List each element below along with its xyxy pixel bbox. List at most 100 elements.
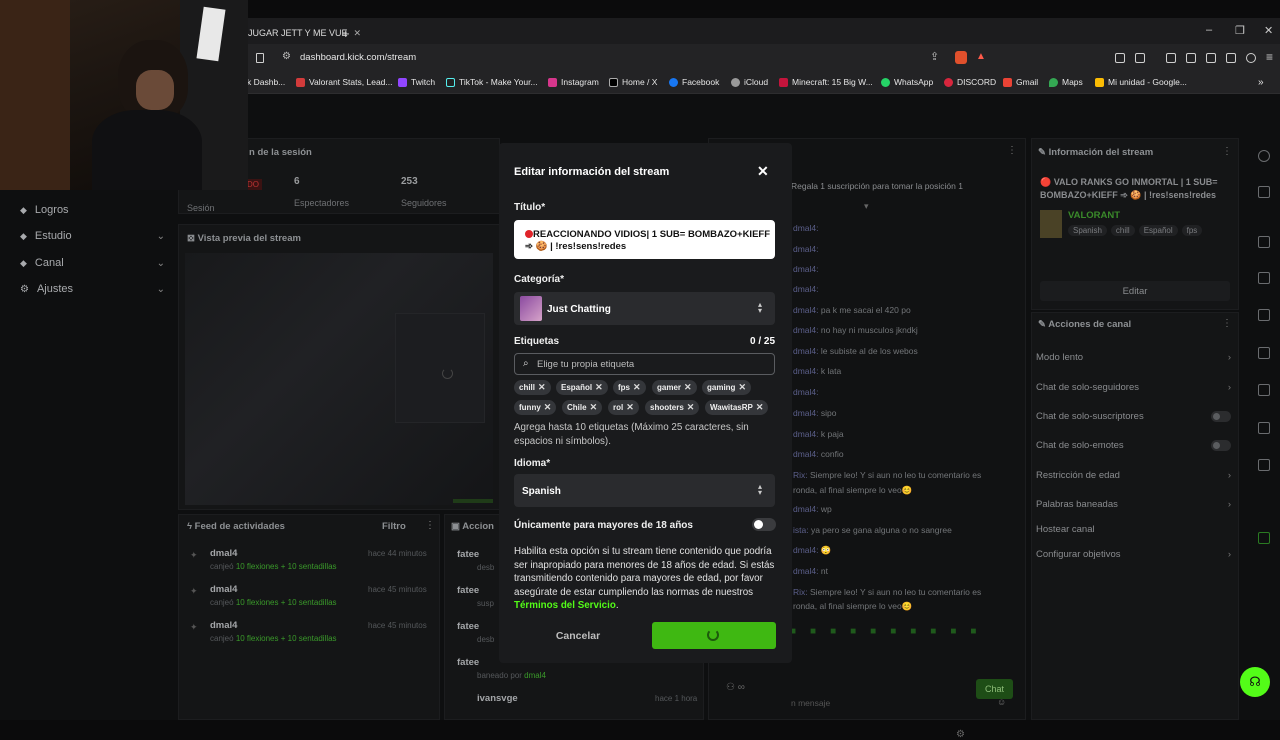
menu-icon[interactable]: ≡ xyxy=(1266,50,1273,64)
bookmark-whatsapp[interactable]: WhatsApp xyxy=(881,77,933,87)
bookmark-instagram[interactable]: Instagram xyxy=(548,77,599,87)
bookmark-icon[interactable] xyxy=(256,53,264,63)
sidebar-item-ajustes[interactable]: ⚙ Ajustes ⌄ xyxy=(20,283,165,295)
remove-tag-icon[interactable]: ✕ xyxy=(626,402,634,413)
tag-chip[interactable]: Español ✕ xyxy=(556,380,608,395)
remove-tag-icon[interactable]: ✕ xyxy=(738,382,746,393)
sidebar-item-logros[interactable]: ◆ Logros xyxy=(20,204,165,216)
adult-toggle[interactable] xyxy=(752,518,776,531)
tag-chip[interactable]: WawitasRP ✕ xyxy=(705,400,769,415)
camera-icon[interactable] xyxy=(1258,236,1270,248)
flash-icon[interactable] xyxy=(1258,272,1270,284)
site-info-icon[interactable]: ⚙ xyxy=(282,51,291,62)
wrench-icon[interactable] xyxy=(1258,459,1270,471)
tag-chip[interactable]: gamer ✕ xyxy=(652,380,697,395)
remove-tag-icon[interactable]: ✕ xyxy=(684,382,692,393)
sidebar-toggle-icon[interactable] xyxy=(1186,53,1196,63)
feed-filter-button[interactable]: Filtro xyxy=(382,521,406,532)
tag-chip[interactable]: funny ✕ xyxy=(514,400,557,415)
sidebar-item-canal[interactable]: ◆ Canal ⌄ xyxy=(20,257,165,269)
bookmark-valorant-stats[interactable]: Valorant Stats, Lead... xyxy=(296,77,392,87)
bookmark-tiktok[interactable]: TikTok - Make Your... xyxy=(446,77,538,87)
tag-chip[interactable]: chill ✕ xyxy=(514,380,551,395)
emote-bar[interactable]: ■■■■■■■■■■ xyxy=(790,626,990,637)
vpn-icon[interactable] xyxy=(1246,53,1256,63)
action-banned-words[interactable]: Palabras baneadas › xyxy=(1036,499,1231,510)
tag-chip[interactable]: rol ✕ xyxy=(608,400,639,415)
cancel-button[interactable]: Cancelar xyxy=(514,622,642,649)
close-icon[interactable]: ✕ xyxy=(757,163,769,180)
close-window-icon[interactable]: ✕ xyxy=(1264,24,1273,37)
remove-tag-icon[interactable]: ✕ xyxy=(756,402,764,413)
tag-chip[interactable]: shooters ✕ xyxy=(645,400,700,415)
stream-info-more-icon[interactable]: ⋮ xyxy=(1222,146,1232,157)
action-slow-mode[interactable]: Modo lento › xyxy=(1036,352,1231,363)
category-select[interactable]: Just Chatting ▴ ▾ xyxy=(514,292,775,325)
remove-tag-icon[interactable]: ✕ xyxy=(633,382,641,393)
bookmark-twitch[interactable]: Twitch xyxy=(398,77,435,87)
remove-tag-icon[interactable]: ✕ xyxy=(687,402,695,413)
list-icon[interactable] xyxy=(1258,422,1270,434)
action-host-channel[interactable]: Hostear canal xyxy=(1036,524,1231,535)
bookmark-icloud[interactable]: iCloud xyxy=(731,77,768,87)
terms-link[interactable]: Términos del Servicio xyxy=(514,600,616,611)
remove-tag-icon[interactable]: ✕ xyxy=(544,402,552,413)
edit-icon[interactable] xyxy=(1258,186,1270,198)
media-icon[interactable] xyxy=(1166,53,1176,63)
tab-close-icon[interactable]: ✕ xyxy=(354,28,362,39)
language-select[interactable]: Spanish ▴ ▾ xyxy=(514,474,775,507)
more-bookmarks-icon[interactable]: » xyxy=(1258,77,1264,88)
bookmark-facebook[interactable]: Facebook xyxy=(669,77,719,87)
action-emotes-only[interactable]: Chat de solo-emotes xyxy=(1036,440,1231,451)
chat-more-icon[interactable]: ⋮ xyxy=(1007,145,1017,156)
channel-actions-more-icon[interactable]: ⋮ xyxy=(1222,318,1232,329)
wallet-icon[interactable] xyxy=(1206,53,1216,63)
calendar-icon[interactable] xyxy=(1258,532,1270,544)
collapse-icon[interactable]: ▾ xyxy=(864,201,869,212)
bookmark-x[interactable]: Home / X xyxy=(609,77,657,87)
extensions-icon[interactable] xyxy=(1115,53,1125,63)
url-field[interactable]: dashboard.kick.com/stream xyxy=(300,52,416,63)
tag-chip[interactable]: Chile ✕ xyxy=(562,400,603,415)
share-icon[interactable]: ⇪ xyxy=(930,50,939,63)
brave-shield-icon[interactable] xyxy=(955,51,967,64)
stream-info-game[interactable]: VALORANT xyxy=(1068,210,1120,221)
subscribers-only-toggle[interactable] xyxy=(1211,411,1231,422)
action-followers-only[interactable]: Chat de solo-seguidores › xyxy=(1036,382,1231,393)
save-button[interactable] xyxy=(652,622,776,649)
document-icon[interactable] xyxy=(1258,309,1270,321)
bookmark-maps[interactable]: Maps xyxy=(1049,77,1083,87)
leo-ai-icon[interactable] xyxy=(1226,53,1236,63)
remove-tag-icon[interactable]: ✕ xyxy=(590,402,598,413)
emotes-only-toggle[interactable] xyxy=(1211,440,1231,451)
edit-stream-button[interactable]: Editar xyxy=(1040,281,1230,301)
bookmark-discord[interactable]: DISCORD xyxy=(944,77,996,87)
remove-tag-icon[interactable]: ✕ xyxy=(595,382,603,393)
chat-settings-icon[interactable]: ⚙ xyxy=(956,729,965,740)
restore-icon[interactable]: ❐ xyxy=(1235,24,1245,37)
more-options-icon[interactable]: ⋮ xyxy=(425,520,435,531)
chat-bubble-icon[interactable] xyxy=(1258,347,1270,359)
chat-users-icon[interactable]: ⚇ ∞ xyxy=(726,682,745,693)
info-icon[interactable] xyxy=(1258,150,1270,162)
signal-icon[interactable] xyxy=(1258,384,1270,396)
screenshot-icon[interactable] xyxy=(1135,53,1145,63)
action-subscribers-only[interactable]: Chat de solo-suscriptores xyxy=(1036,411,1231,422)
chat-send-button[interactable]: Chat xyxy=(976,679,1013,699)
tags-input[interactable]: ⌕ Elige tu propia etiqueta xyxy=(514,353,775,375)
support-headset-icon[interactable]: ☊ xyxy=(1240,667,1270,697)
title-input[interactable]: REACCIONANDO VIDIOS| 1 SUB= BOMBAZO+KIEF… xyxy=(514,220,775,259)
remove-tag-icon[interactable]: ✕ xyxy=(538,382,546,393)
bookmark-minecraft[interactable]: Minecraft: 15 Big W... xyxy=(779,77,873,87)
bookmark-gmail[interactable]: Gmail xyxy=(1003,77,1038,87)
tag-chip[interactable]: fps ✕ xyxy=(613,380,646,395)
bookmark-drive[interactable]: Mi unidad - Google... xyxy=(1095,77,1187,87)
bookmark-kick-dashboard[interactable]: k Dashb... xyxy=(247,77,285,87)
minimize-icon[interactable]: – xyxy=(1206,24,1212,36)
action-goals[interactable]: Configurar objetivos › xyxy=(1036,549,1231,560)
brave-rewards-icon[interactable]: ▲ xyxy=(976,51,986,62)
chat-input[interactable]: n mensaje ☺ xyxy=(729,695,1015,713)
stream-preview-video[interactable] xyxy=(185,253,493,505)
new-tab-button[interactable]: + xyxy=(342,22,350,44)
sidebar-item-estudio[interactable]: ◆ Estudio ⌄ xyxy=(20,230,165,242)
